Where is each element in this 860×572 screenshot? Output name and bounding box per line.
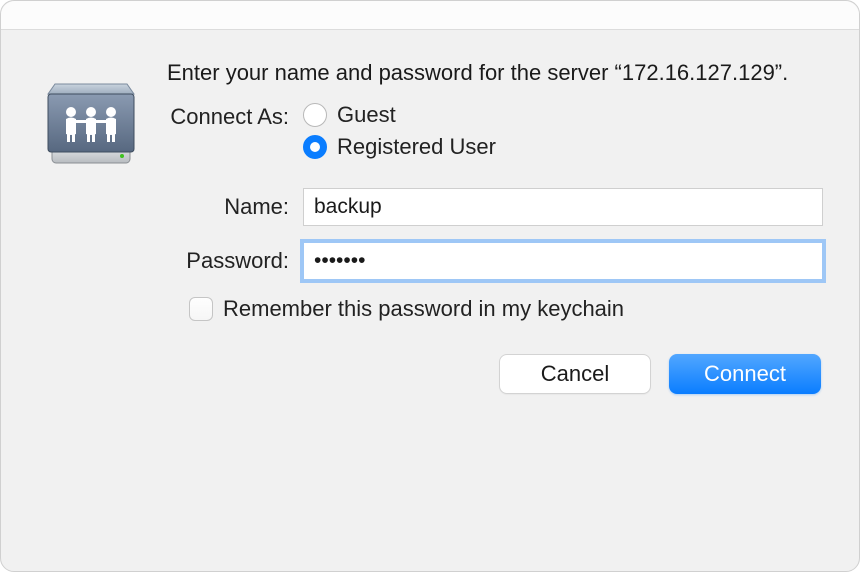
name-row: Name: bbox=[167, 188, 823, 226]
radio-guest-label: Guest bbox=[337, 102, 396, 128]
name-label: Name: bbox=[167, 194, 303, 220]
server-auth-dialog: Enter your name and password for the ser… bbox=[0, 0, 860, 572]
remember-row[interactable]: Remember this password in my keychain bbox=[189, 296, 823, 322]
connect-as-label: Connect As: bbox=[167, 102, 303, 160]
prompt-text: Enter your name and password for the ser… bbox=[167, 58, 823, 88]
radio-registered-user[interactable]: Registered User bbox=[303, 134, 496, 160]
icon-column bbox=[37, 58, 145, 394]
network-server-icon bbox=[37, 64, 145, 172]
radio-registered-button[interactable] bbox=[303, 135, 327, 159]
name-input[interactable] bbox=[303, 188, 823, 226]
radio-registered-label: Registered User bbox=[337, 134, 496, 160]
password-label: Password: bbox=[167, 248, 303, 274]
connect-as-row: Connect As: Guest Registered User bbox=[167, 102, 823, 160]
titlebar bbox=[1, 1, 859, 30]
dialog-content: Enter your name and password for the ser… bbox=[1, 30, 859, 422]
main-column: Enter your name and password for the ser… bbox=[167, 58, 823, 394]
button-row: Cancel Connect bbox=[167, 354, 823, 394]
connect-button[interactable]: Connect bbox=[669, 354, 821, 394]
password-input[interactable] bbox=[303, 242, 823, 280]
connect-as-radio-group: Guest Registered User bbox=[303, 102, 496, 160]
cancel-button[interactable]: Cancel bbox=[499, 354, 651, 394]
radio-guest[interactable]: Guest bbox=[303, 102, 496, 128]
password-row: Password: bbox=[167, 242, 823, 280]
remember-label: Remember this password in my keychain bbox=[223, 296, 624, 322]
radio-guest-button[interactable] bbox=[303, 103, 327, 127]
remember-checkbox[interactable] bbox=[189, 297, 213, 321]
